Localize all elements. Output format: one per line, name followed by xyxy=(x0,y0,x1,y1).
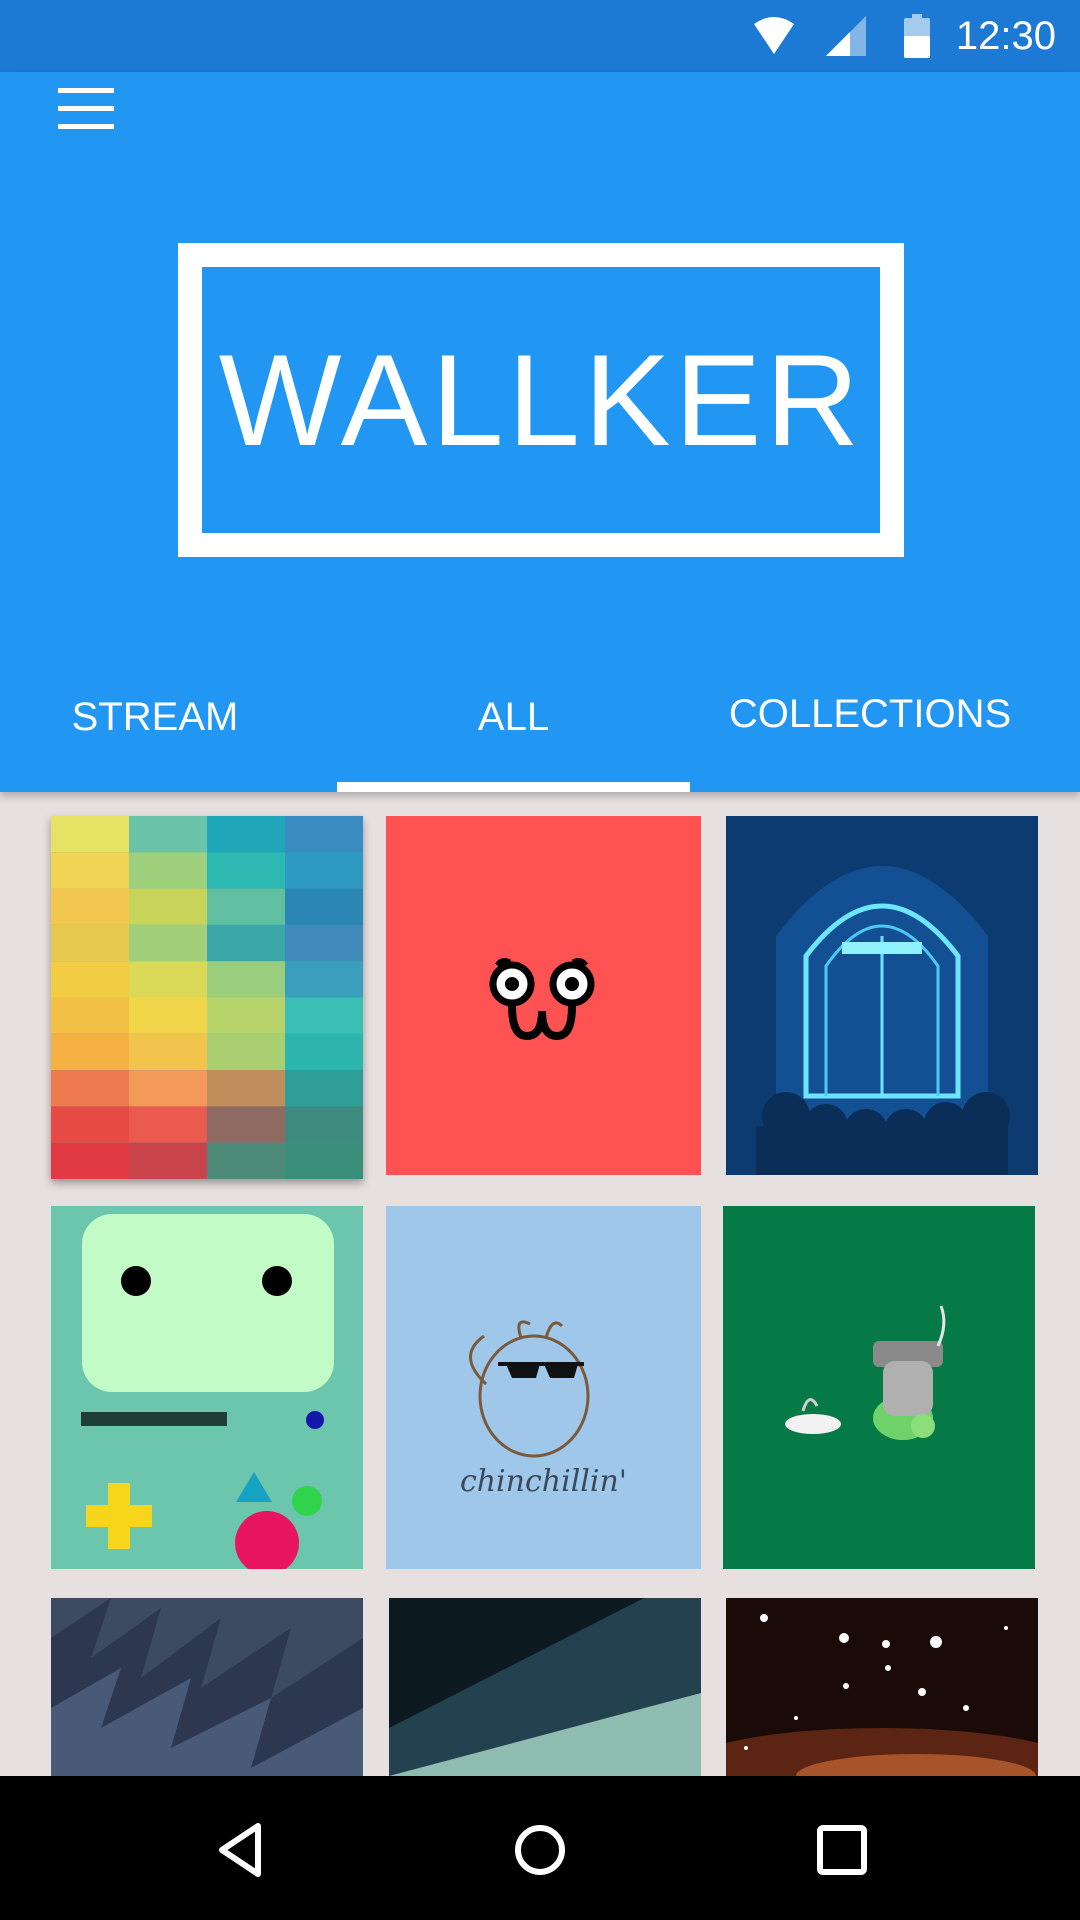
wallpaper-tile-geometric-rays[interactable] xyxy=(389,1598,701,1776)
wallpaper-tile-dark-feathers[interactable] xyxy=(51,1598,363,1776)
tab-collections[interactable]: COLLECTIONS xyxy=(710,692,1030,752)
tab-stream[interactable]: STREAM xyxy=(40,695,270,755)
home-circle-icon[interactable] xyxy=(510,1820,570,1880)
wallpaper-tile-chinchilla[interactable]: chinchillin' xyxy=(386,1206,701,1569)
recents-square-icon[interactable] xyxy=(812,1820,872,1880)
wallpaper-tile-bmo-face[interactable] xyxy=(51,1206,363,1569)
app-logo-text: WALLKER xyxy=(218,327,864,473)
tab-indicator xyxy=(337,782,690,792)
wallpaper-tile-star-cluster[interactable] xyxy=(726,1598,1038,1776)
wallpaper-tile-cartoon-face[interactable] xyxy=(386,816,701,1175)
app-logo: WALLKER xyxy=(178,243,904,557)
hamburger-menu-icon[interactable] xyxy=(58,88,114,132)
wifi-icon xyxy=(754,17,794,54)
battery-icon xyxy=(904,14,930,58)
wallpaper-tile-glowing-door[interactable] xyxy=(726,816,1038,1175)
tab-all[interactable]: ALL xyxy=(337,695,690,755)
wallpaper-tile-pixel-gradient[interactable] xyxy=(51,816,363,1179)
cellular-signal-icon xyxy=(826,16,866,56)
back-triangle-icon[interactable] xyxy=(214,1820,274,1880)
clock: 12:30 xyxy=(955,14,1056,58)
status-bar: 12:30 xyxy=(0,0,1080,72)
wallpaper-tile-turtle-minigun[interactable] xyxy=(723,1206,1035,1569)
chinchilla-caption: chinchillin' xyxy=(459,1464,628,1499)
